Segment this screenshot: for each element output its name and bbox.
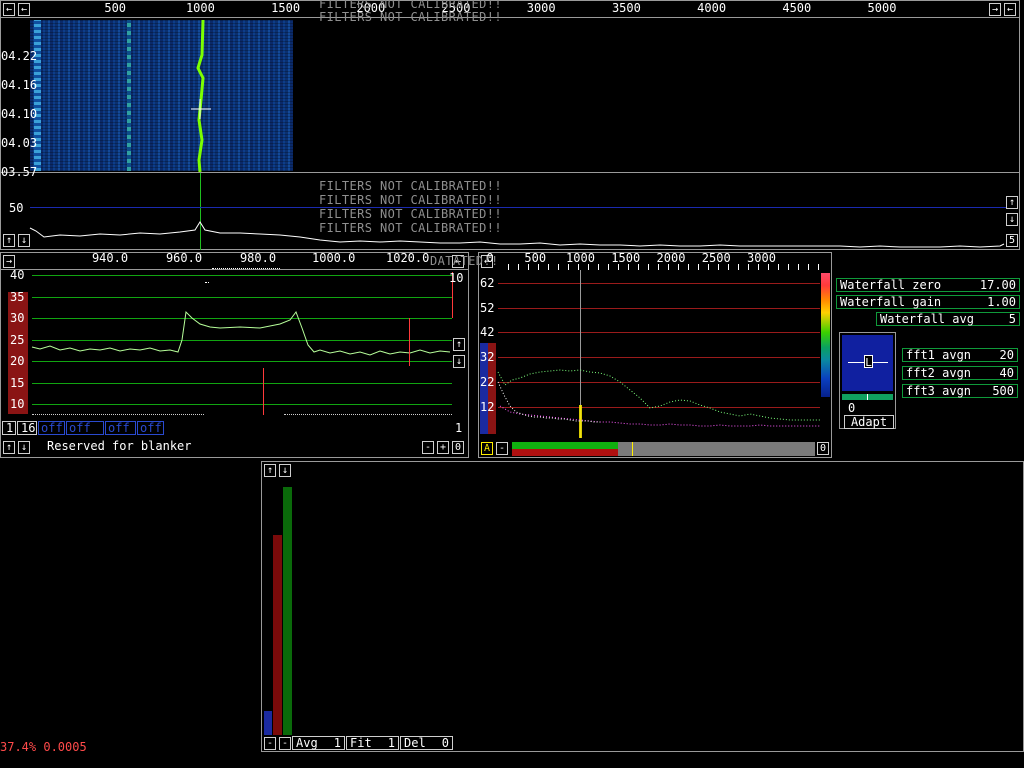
meter-window — [261, 461, 1024, 752]
s-meter-l-label: L — [864, 355, 873, 369]
meter-del-label: Del — [404, 736, 426, 750]
fft3-avgn-field[interactable]: fft3 avgn 500 — [902, 384, 1018, 398]
filter-warning-text: FILTERS NOT CALIBRATED!! — [319, 0, 502, 11]
s-meter-tick — [867, 394, 868, 400]
waterfall-zero-label: Waterfall zero — [840, 278, 942, 292]
meter-fit-label: Fit — [350, 736, 372, 750]
meter-bar-green — [283, 487, 292, 735]
cpu-status-text: 37.4% 0.0005 — [0, 740, 87, 754]
meter-up-button[interactable]: ↑ — [264, 464, 276, 477]
af-level-slider-red — [512, 449, 618, 456]
waterfall-time-label: 03.57 — [1, 165, 38, 179]
waterfall-gain-value: 1.00 — [987, 295, 1016, 309]
s-meter-zero-label: 0 — [848, 401, 856, 415]
meter-minus-button-2[interactable]: - — [279, 737, 291, 750]
waterfall-time-label: 04.16 — [1, 78, 38, 92]
meter-bar-red — [273, 535, 282, 735]
filter-warning-text: FILTERS NOT CALIBRATED!! — [319, 221, 502, 235]
fft1-avgn-value: 20 — [999, 348, 1014, 362]
filter-warning-text: FILTERS NOT CALIBRATED!! — [319, 10, 502, 24]
baseband-y-tick-label: 25 — [10, 332, 25, 347]
baseband-y-tick-label: 15 — [10, 375, 25, 390]
waterfall-avg-field[interactable]: Waterfall avg 5 — [876, 312, 1020, 326]
af-zero-button[interactable]: 0 — [817, 442, 829, 455]
meter-down-button[interactable]: ↓ — [279, 464, 291, 477]
baseband-y-tick-label: 20 — [10, 354, 25, 368]
waterfall-avg-value: 5 — [1008, 312, 1016, 326]
meter-del-value: 0 — [441, 736, 449, 750]
waterfall-zero-field[interactable]: Waterfall zero 17.00 — [836, 278, 1020, 292]
af-minus-button[interactable]: - — [496, 442, 508, 455]
meter-fit-field[interactable]: Fit 1 — [346, 736, 399, 750]
waterfall-time-label: 04.22 — [1, 49, 38, 63]
filter-warning-text: FILTERS NOT CALIBRATED!! — [319, 207, 502, 221]
af-level-slider[interactable] — [512, 442, 815, 456]
fft3-avgn-label: fft3 avgn — [906, 384, 972, 398]
meter-del-field[interactable]: Del 0 — [400, 736, 453, 750]
fft2-avgn-label: fft2 avgn — [906, 366, 972, 380]
fft1-avgn-field[interactable]: fft1 avgn 20 — [902, 348, 1018, 362]
af-level-slider-green — [512, 442, 618, 449]
af-a-button[interactable]: A — [481, 442, 493, 455]
meter-avg-value: 1 — [333, 736, 341, 750]
waterfall-time-label: 04.03 — [1, 136, 38, 150]
fft2-avgn-field[interactable]: fft2 avgn 40 — [902, 366, 1018, 380]
adapt-label: Adapt — [850, 415, 888, 429]
af-y-tick-label: 12 — [480, 399, 495, 414]
baseband-y-tick-label: 30 — [10, 311, 25, 325]
meter-fit-value: 1 — [387, 736, 395, 750]
af-y-tick-label: 22 — [480, 374, 495, 389]
waterfall-avg-label: Waterfall avg — [880, 312, 974, 326]
filter-warning-text: FILTERS NOT CALIBRATED!! — [319, 179, 502, 193]
filter-warning-text: FILTERS NOT CALIBRATED!! — [319, 193, 502, 207]
waterfall-gain-field[interactable]: Waterfall gain 1.00 — [836, 295, 1020, 309]
adapt-button[interactable]: Adapt — [844, 415, 894, 429]
fft2-avgn-value: 40 — [999, 366, 1014, 380]
meter-bar-blue — [264, 711, 272, 735]
af-y-tick-label: 62 — [480, 276, 495, 290]
af-y-tick-label: 52 — [480, 300, 495, 315]
fft3-avgn-value: 500 — [992, 384, 1014, 398]
af-level-slider-marker — [632, 442, 633, 456]
waterfall-time-label: 04.10 — [1, 107, 38, 121]
af-y-tick-label: 42 — [480, 325, 495, 340]
waterfall-zero-value: 17.00 — [979, 278, 1016, 292]
baseband-y-tick-label: 35 — [10, 289, 25, 304]
baseband-y-tick-label: 10 — [10, 397, 25, 411]
meter-minus-button-1[interactable]: - — [264, 737, 276, 750]
baseband-y-tick-label: 40 — [10, 268, 25, 282]
meter-avg-label: Avg — [296, 736, 318, 750]
af-y-tick-label: 32 — [480, 350, 495, 365]
filter-warning-text-lower: DATATED!! — [430, 254, 499, 268]
waterfall-gain-label: Waterfall gain — [840, 295, 942, 309]
meter-avg-field[interactable]: Avg 1 — [292, 736, 345, 750]
fft1-avgn-label: fft1 avgn — [906, 348, 972, 362]
